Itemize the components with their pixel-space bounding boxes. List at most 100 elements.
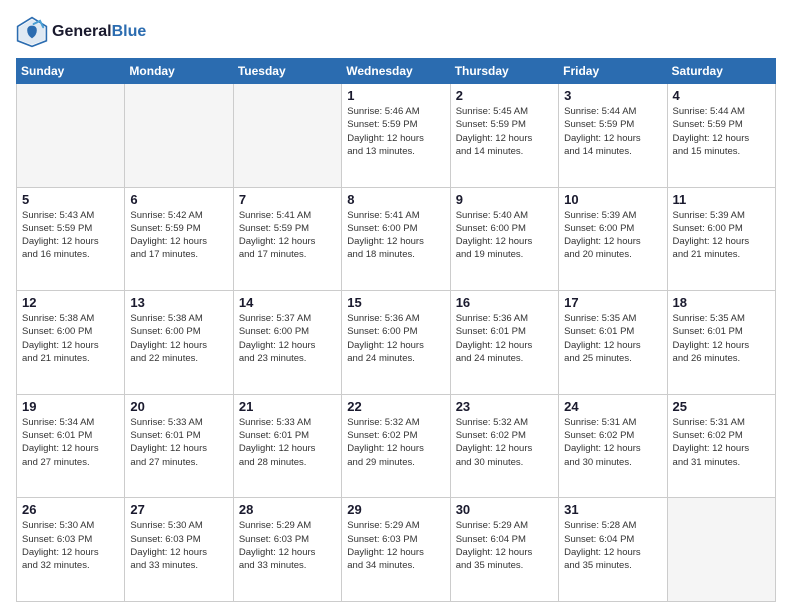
day-info: Sunrise: 5:33 AM Sunset: 6:01 PM Dayligh… bbox=[239, 416, 336, 469]
calendar-cell: 10 Sunrise: 5:39 AM Sunset: 6:00 PM Dayli… bbox=[559, 187, 667, 291]
header-tuesday: Tuesday bbox=[233, 59, 341, 84]
day-number: 1 bbox=[347, 88, 444, 103]
header-sunday: Sunday bbox=[17, 59, 125, 84]
weekday-header-row: Sunday Monday Tuesday Wednesday Thursday… bbox=[17, 59, 776, 84]
day-info: Sunrise: 5:36 AM Sunset: 6:00 PM Dayligh… bbox=[347, 312, 444, 365]
day-info: Sunrise: 5:29 AM Sunset: 6:04 PM Dayligh… bbox=[456, 519, 553, 572]
calendar-cell: 24Sunrise: 5:31 AM Sunset: 6:02 PM Dayli… bbox=[559, 394, 667, 498]
calendar-cell: 3 Sunrise: 5:44 AM Sunset: 5:59 PM Daylig… bbox=[559, 84, 667, 188]
day-info: Sunrise: 5:35 AM Sunset: 6:01 PM Dayligh… bbox=[673, 312, 770, 365]
calendar-cell: 27 Sunrise: 5:30 AM Sunset: 6:03 PM Dayli… bbox=[125, 498, 233, 602]
day-info: Sunrise: 5:44 AM Sunset: 5:59 PM Dayligh… bbox=[673, 105, 770, 158]
day-info: Sunrise: 5:42 AM Sunset: 5:59 PM Dayligh… bbox=[130, 209, 227, 262]
day-number: 27 bbox=[130, 502, 227, 517]
calendar-cell: 26Sunrise: 5:30 AM Sunset: 6:03 PM Dayli… bbox=[17, 498, 125, 602]
day-number: 22 bbox=[347, 399, 444, 414]
day-info: Sunrise: 5:32 AM Sunset: 6:02 PM Dayligh… bbox=[347, 416, 444, 469]
day-number: 12 bbox=[22, 295, 119, 310]
calendar-week-row: 5 Sunrise: 5:43 AM Sunset: 5:59 PM Daylig… bbox=[17, 187, 776, 291]
day-info: Sunrise: 5:39 AM Sunset: 6:00 PM Dayligh… bbox=[673, 209, 770, 262]
day-number: 28 bbox=[239, 502, 336, 517]
calendar-week-row: 1Sunrise: 5:46 AM Sunset: 5:59 PM Daylig… bbox=[17, 84, 776, 188]
calendar-cell: 9 Sunrise: 5:40 AM Sunset: 6:00 PM Daylig… bbox=[450, 187, 558, 291]
calendar-cell: 6 Sunrise: 5:42 AM Sunset: 5:59 PM Daylig… bbox=[125, 187, 233, 291]
calendar-cell bbox=[233, 84, 341, 188]
calendar-cell: 25 Sunrise: 5:31 AM Sunset: 6:02 PM Dayli… bbox=[667, 394, 775, 498]
day-info: Sunrise: 5:40 AM Sunset: 6:00 PM Dayligh… bbox=[456, 209, 553, 262]
calendar-cell: 18 Sunrise: 5:35 AM Sunset: 6:01 PM Dayli… bbox=[667, 291, 775, 395]
day-info: Sunrise: 5:31 AM Sunset: 6:02 PM Dayligh… bbox=[673, 416, 770, 469]
calendar-cell: 23 Sunrise: 5:32 AM Sunset: 6:02 PM Dayli… bbox=[450, 394, 558, 498]
day-info: Sunrise: 5:38 AM Sunset: 6:00 PM Dayligh… bbox=[22, 312, 119, 365]
logo-text: GeneralBlue bbox=[52, 23, 146, 41]
calendar-cell bbox=[125, 84, 233, 188]
calendar-cell: 12 Sunrise: 5:38 AM Sunset: 6:00 PM Dayli… bbox=[17, 291, 125, 395]
calendar-cell bbox=[17, 84, 125, 188]
header-friday: Friday bbox=[559, 59, 667, 84]
day-number: 6 bbox=[130, 192, 227, 207]
calendar-cell: 20Sunrise: 5:33 AM Sunset: 6:01 PM Dayli… bbox=[125, 394, 233, 498]
calendar-cell: 19Sunrise: 5:34 AM Sunset: 6:01 PM Dayli… bbox=[17, 394, 125, 498]
header-monday: Monday bbox=[125, 59, 233, 84]
day-info: Sunrise: 5:43 AM Sunset: 5:59 PM Dayligh… bbox=[22, 209, 119, 262]
calendar-cell: 16Sunrise: 5:36 AM Sunset: 6:01 PM Dayli… bbox=[450, 291, 558, 395]
header: GeneralBlue bbox=[16, 16, 776, 48]
day-info: Sunrise: 5:28 AM Sunset: 6:04 PM Dayligh… bbox=[564, 519, 661, 572]
calendar-cell: 13Sunrise: 5:38 AM Sunset: 6:00 PM Dayli… bbox=[125, 291, 233, 395]
day-info: Sunrise: 5:32 AM Sunset: 6:02 PM Dayligh… bbox=[456, 416, 553, 469]
day-number: 11 bbox=[673, 192, 770, 207]
calendar-cell: 29 Sunrise: 5:29 AM Sunset: 6:03 PM Dayli… bbox=[342, 498, 450, 602]
day-number: 20 bbox=[130, 399, 227, 414]
calendar-cell: 31Sunrise: 5:28 AM Sunset: 6:04 PM Dayli… bbox=[559, 498, 667, 602]
day-number: 2 bbox=[456, 88, 553, 103]
day-number: 14 bbox=[239, 295, 336, 310]
day-info: Sunrise: 5:31 AM Sunset: 6:02 PM Dayligh… bbox=[564, 416, 661, 469]
day-number: 16 bbox=[456, 295, 553, 310]
day-info: Sunrise: 5:41 AM Sunset: 5:59 PM Dayligh… bbox=[239, 209, 336, 262]
calendar-cell: 4 Sunrise: 5:44 AM Sunset: 5:59 PM Daylig… bbox=[667, 84, 775, 188]
day-info: Sunrise: 5:35 AM Sunset: 6:01 PM Dayligh… bbox=[564, 312, 661, 365]
calendar-cell: 21 Sunrise: 5:33 AM Sunset: 6:01 PM Dayli… bbox=[233, 394, 341, 498]
calendar-cell: 14Sunrise: 5:37 AM Sunset: 6:00 PM Dayli… bbox=[233, 291, 341, 395]
day-number: 9 bbox=[456, 192, 553, 207]
day-number: 30 bbox=[456, 502, 553, 517]
day-number: 18 bbox=[673, 295, 770, 310]
day-number: 29 bbox=[347, 502, 444, 517]
day-info: Sunrise: 5:30 AM Sunset: 6:03 PM Dayligh… bbox=[130, 519, 227, 572]
day-number: 8 bbox=[347, 192, 444, 207]
calendar-week-row: 26 Sunrise: 5:30 AM Sunset: 6:03 PM Dayli… bbox=[17, 498, 776, 602]
calendar-cell: 7Sunrise: 5:41 AM Sunset: 5:59 PM Daylig… bbox=[233, 187, 341, 291]
calendar-cell bbox=[667, 498, 775, 602]
logo-icon bbox=[16, 16, 48, 48]
day-number: 21 bbox=[239, 399, 336, 414]
calendar-week-row: 19Sunrise: 5:34 AM Sunset: 6:01 PM Dayli… bbox=[17, 394, 776, 498]
day-info: Sunrise: 5:44 AM Sunset: 5:59 PM Dayligh… bbox=[564, 105, 661, 158]
day-number: 17 bbox=[564, 295, 661, 310]
day-number: 5 bbox=[22, 192, 119, 207]
page: GeneralBlue Sunday Monday Tuesday Wednes… bbox=[0, 0, 792, 612]
day-number: 3 bbox=[564, 88, 661, 103]
day-info: Sunrise: 5:34 AM Sunset: 6:01 PM Dayligh… bbox=[22, 416, 119, 469]
header-wednesday: Wednesday bbox=[342, 59, 450, 84]
day-number: 4 bbox=[673, 88, 770, 103]
day-number: 10 bbox=[564, 192, 661, 207]
day-number: 23 bbox=[456, 399, 553, 414]
calendar-cell: 8 Sunrise: 5:41 AM Sunset: 6:00 PM Daylig… bbox=[342, 187, 450, 291]
calendar-cell: 28 Sunrise: 5:29 AM Sunset: 6:03 PM Dayli… bbox=[233, 498, 341, 602]
calendar-cell: 22 Sunrise: 5:32 AM Sunset: 6:02 PM Dayli… bbox=[342, 394, 450, 498]
day-info: Sunrise: 5:39 AM Sunset: 6:00 PM Dayligh… bbox=[564, 209, 661, 262]
calendar-week-row: 12 Sunrise: 5:38 AM Sunset: 6:00 PM Dayli… bbox=[17, 291, 776, 395]
logo: GeneralBlue bbox=[16, 16, 146, 48]
day-info: Sunrise: 5:45 AM Sunset: 5:59 PM Dayligh… bbox=[456, 105, 553, 158]
day-number: 25 bbox=[673, 399, 770, 414]
day-number: 15 bbox=[347, 295, 444, 310]
day-number: 26 bbox=[22, 502, 119, 517]
day-info: Sunrise: 5:41 AM Sunset: 6:00 PM Dayligh… bbox=[347, 209, 444, 262]
calendar-cell: 5 Sunrise: 5:43 AM Sunset: 5:59 PM Daylig… bbox=[17, 187, 125, 291]
day-info: Sunrise: 5:29 AM Sunset: 6:03 PM Dayligh… bbox=[239, 519, 336, 572]
calendar-table: Sunday Monday Tuesday Wednesday Thursday… bbox=[16, 58, 776, 602]
calendar-cell: 2 Sunrise: 5:45 AM Sunset: 5:59 PM Daylig… bbox=[450, 84, 558, 188]
calendar-cell: 17 Sunrise: 5:35 AM Sunset: 6:01 PM Dayli… bbox=[559, 291, 667, 395]
day-info: Sunrise: 5:29 AM Sunset: 6:03 PM Dayligh… bbox=[347, 519, 444, 572]
calendar-cell: 1Sunrise: 5:46 AM Sunset: 5:59 PM Daylig… bbox=[342, 84, 450, 188]
